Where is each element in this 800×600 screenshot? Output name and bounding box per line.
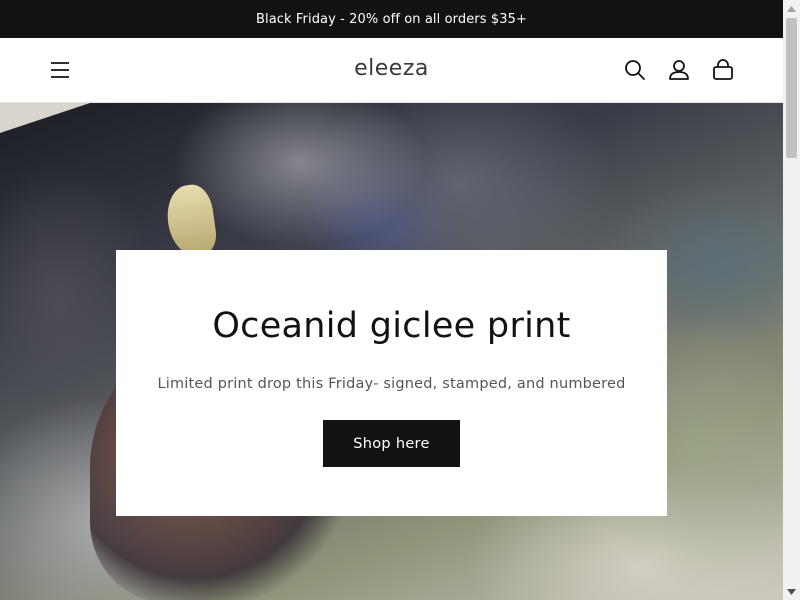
hero-subtitle: Limited print drop this Friday- signed, … <box>157 376 626 392</box>
hero-artwork-mask <box>163 182 219 258</box>
cart-icon <box>713 59 733 80</box>
scroll-up-icon[interactable] <box>783 0 800 17</box>
cart-button[interactable] <box>707 54 739 86</box>
announcement-text: Black Friday - 20% off on all orders $35… <box>256 11 527 27</box>
account-button[interactable] <box>663 54 695 86</box>
shop-here-button[interactable]: Shop here <box>323 420 460 467</box>
page-viewport: Black Friday - 20% off on all orders $35… <box>0 0 783 600</box>
search-icon <box>625 60 645 80</box>
search-button[interactable] <box>619 54 651 86</box>
hero-content-card: Oceanid giclee print Limited print drop … <box>116 250 667 516</box>
logo-link[interactable]: eleeza <box>354 56 429 81</box>
site-header: eleeza <box>0 38 783 103</box>
announcement-bar: Black Friday - 20% off on all orders $35… <box>0 0 783 38</box>
hero-title: Oceanid giclee print <box>212 306 571 346</box>
scrollbar-thumb[interactable] <box>786 18 797 158</box>
page-scrollbar[interactable] <box>783 0 800 600</box>
scroll-down-icon[interactable] <box>783 583 800 600</box>
account-icon <box>669 60 689 80</box>
hero-image-corner <box>0 103 90 133</box>
